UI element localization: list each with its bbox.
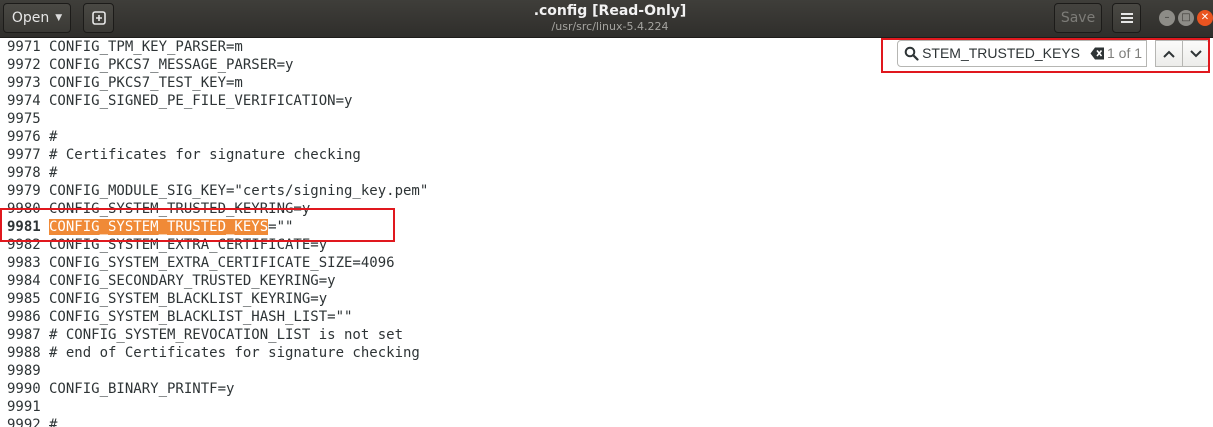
hamburger-menu-button[interactable] xyxy=(1112,3,1141,33)
line-text: # Certificates for signature checking xyxy=(49,147,361,163)
search-match-highlight: CONFIG_SYSTEM_TRUSTED_KEYS xyxy=(49,219,269,235)
line-number: 9991 xyxy=(7,399,41,415)
close-icon[interactable]: ✕ xyxy=(1197,10,1213,26)
line-number: 9987 xyxy=(7,327,41,343)
line-number: 9985 xyxy=(7,291,41,307)
previous-match-button[interactable] xyxy=(1155,40,1183,67)
minimize-icon[interactable]: – xyxy=(1159,10,1175,26)
window-title: .config [Read-Only] xyxy=(533,3,687,19)
maximize-icon[interactable]: □ xyxy=(1178,10,1194,26)
line-number: 9983 xyxy=(7,255,41,271)
line-number: 9981 xyxy=(7,219,41,235)
line-number: 9992 xyxy=(7,417,41,427)
match-count: 1 of 1 xyxy=(1107,45,1143,61)
line-text: # xyxy=(49,417,58,427)
line-text: CONFIG_SECONDARY_TRUSTED_KEYRING=y xyxy=(49,273,336,289)
next-match-button[interactable] xyxy=(1182,40,1210,67)
line-number: 9990 xyxy=(7,381,41,397)
text-editor[interactable]: 9971 CONFIG_TPM_KEY_PARSER=m 9972 CONFIG_PK… xyxy=(0,38,1213,427)
line-text: CONFIG_SYSTEM_TRUSTED_KEYRING=y xyxy=(49,201,311,217)
line-text: CONFIG_SYSTEM_BLACKLIST_HASH_LIST="" xyxy=(49,309,353,325)
line-text: CONFIG_SYSTEM_EXTRA_CERTIFICATE=y xyxy=(49,237,328,253)
search-input[interactable]: CONFIG_SYSTEM_TRUSTED_KEYS 1 of 1 xyxy=(897,40,1147,67)
line-number: 9988 xyxy=(7,345,41,361)
line-number: 9974 xyxy=(7,93,41,109)
chevron-down-icon xyxy=(1190,49,1202,57)
line-text: # xyxy=(49,129,58,145)
line-number: 9980 xyxy=(7,201,41,217)
chevron-down-icon: ▼ xyxy=(55,13,63,23)
line-number: 9982 xyxy=(7,237,41,253)
line-number: 9971 xyxy=(7,39,41,55)
line-text: CONFIG_MODULE_SIG_KEY="certs/signing_key… xyxy=(49,183,429,199)
line-number: 9972 xyxy=(7,57,41,73)
line-number: 9984 xyxy=(7,273,41,289)
search-query-text: CONFIG_SYSTEM_TRUSTED_KEYS xyxy=(922,45,1080,61)
line-text-rest: ="" xyxy=(268,219,294,235)
save-button[interactable]: Save xyxy=(1054,3,1102,33)
new-document-button[interactable] xyxy=(83,3,114,33)
line-number: 9989 xyxy=(7,363,41,379)
chevron-up-icon xyxy=(1163,50,1175,58)
line-number: 9975 xyxy=(7,111,41,127)
line-text: CONFIG_SYSTEM_TRUSTED_KEYS="" xyxy=(49,218,293,236)
line-number: 9973 xyxy=(7,75,41,91)
line-text: # end of Certificates for signature chec… xyxy=(49,345,420,361)
line-number: 9976 xyxy=(7,129,41,145)
line-text: CONFIG_SIGNED_PE_FILE_VERIFICATION=y xyxy=(49,93,353,109)
window-title-area: .config [Read-Only] /usr/src/linux-5.4.2… xyxy=(410,2,810,34)
header-bar: Open ▼ .config [Read-Only] /usr/src/linu… xyxy=(0,0,1213,38)
open-button-label: Open xyxy=(11,10,50,26)
clear-search-icon[interactable] xyxy=(1090,47,1105,60)
line-number: 9978 xyxy=(7,165,41,181)
line-number: 9979 xyxy=(7,183,41,199)
line-text: # CONFIG_SYSTEM_REVOCATION_LIST is not s… xyxy=(49,327,404,343)
line-text: CONFIG_PKCS7_TEST_KEY=m xyxy=(49,75,243,91)
line-text: CONFIG_SYSTEM_BLACKLIST_KEYRING=y xyxy=(49,291,328,307)
line-number: 9986 xyxy=(7,309,41,325)
line-text: CONFIG_SYSTEM_EXTRA_CERTIFICATE_SIZE=409… xyxy=(49,255,395,271)
line-text: CONFIG_BINARY_PRINTF=y xyxy=(49,381,235,397)
hamburger-menu-icon xyxy=(1120,13,1133,23)
window-subtitle: /usr/src/linux-5.4.224 xyxy=(551,20,669,33)
line-number: 9977 xyxy=(7,147,41,163)
line-text: CONFIG_PKCS7_MESSAGE_PARSER=y xyxy=(49,57,294,73)
new-document-icon xyxy=(91,11,106,25)
line-text: CONFIG_TPM_KEY_PARSER=m xyxy=(49,39,243,55)
open-button[interactable]: Open ▼ xyxy=(3,3,71,33)
line-text: # xyxy=(49,165,58,181)
search-icon xyxy=(904,46,919,61)
